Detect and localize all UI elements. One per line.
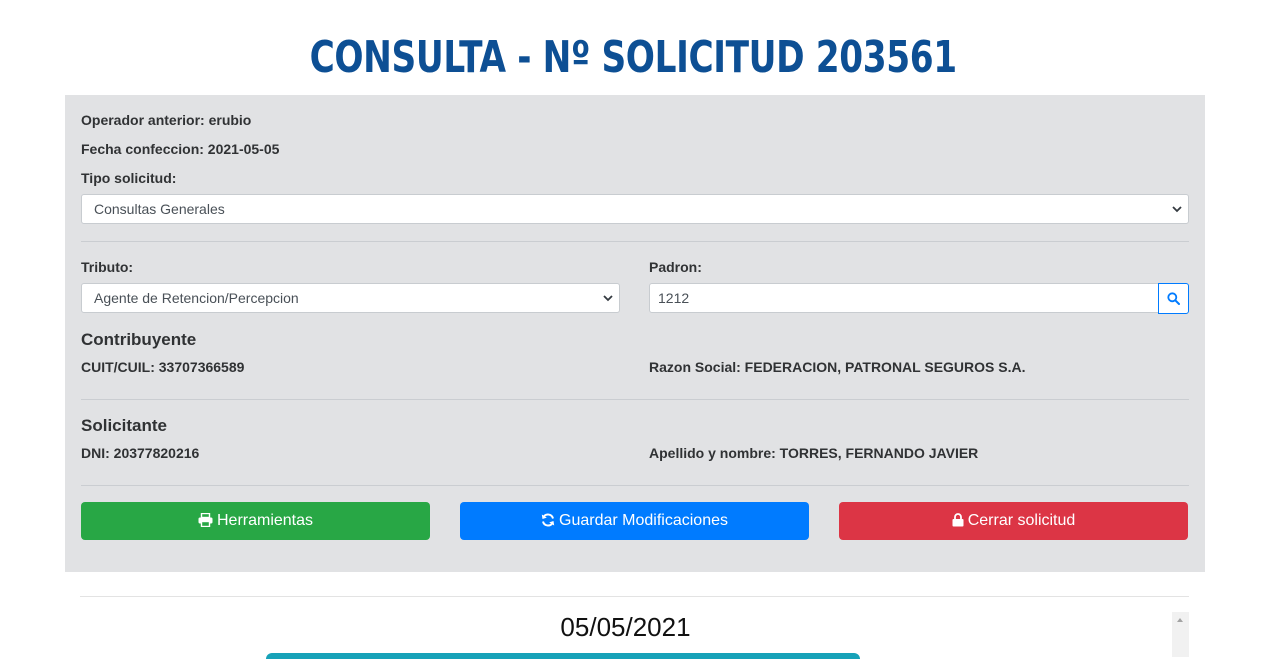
razon-social: Razon Social: FEDERACION, PATRONAL SEGUR… bbox=[649, 359, 1026, 375]
tributo-select[interactable]: Agente de Retencion/Percepcion bbox=[81, 283, 620, 313]
divider bbox=[81, 485, 1189, 486]
chevron-down-icon bbox=[1172, 206, 1182, 213]
chevron-down-icon bbox=[603, 295, 613, 302]
cerrar-solicitud-button[interactable]: Cerrar solicitud bbox=[839, 502, 1188, 540]
dni: DNI: 20377820216 bbox=[81, 445, 200, 461]
page-title: CONSULTA - Nº SOLICITUD 203561 bbox=[309, 32, 958, 83]
solicitante-title: Solicitante bbox=[81, 416, 167, 435]
padron-input[interactable]: 1212 bbox=[649, 283, 1159, 313]
apellido-nombre: Apellido y nombre: TORRES, FERNANDO JAVI… bbox=[649, 445, 979, 461]
request-panel: Operador anterior: erubio Fecha confecci… bbox=[65, 95, 1205, 572]
padron-search-button[interactable] bbox=[1158, 283, 1189, 314]
tipo-solicitud-value: Consultas Generales bbox=[94, 201, 225, 217]
timeline-card-header bbox=[266, 653, 860, 659]
fecha-confeccion: Fecha confeccion: 2021-05-05 bbox=[81, 141, 280, 157]
refresh-icon bbox=[541, 513, 555, 527]
print-icon bbox=[198, 512, 213, 528]
scroll-up-arrow-icon[interactable] bbox=[1177, 618, 1183, 622]
contribuyente-title: Contribuyente bbox=[81, 330, 197, 349]
tributo-value: Agente de Retencion/Percepcion bbox=[94, 290, 299, 306]
tipo-solicitud-select[interactable]: Consultas Generales bbox=[81, 194, 1189, 224]
cuit-cuil: CUIT/CUIL: 33707366589 bbox=[81, 359, 245, 375]
herramientas-button[interactable]: Herramientas bbox=[81, 502, 430, 540]
padron-label: Padron: bbox=[649, 259, 702, 275]
search-icon bbox=[1167, 292, 1180, 305]
guardar-label: Guardar Modificaciones bbox=[559, 512, 728, 529]
divider bbox=[80, 596, 1189, 597]
tributo-label: Tributo: bbox=[81, 259, 134, 275]
tipo-solicitud-label: Tipo solicitud: bbox=[81, 170, 177, 186]
operador-anterior: Operador anterior: erubio bbox=[81, 112, 252, 128]
divider bbox=[81, 241, 1189, 242]
cerrar-label: Cerrar solicitud bbox=[967, 512, 1076, 529]
timeline-date: 05/05/2021 bbox=[560, 612, 691, 642]
scrollbar[interactable] bbox=[1172, 612, 1189, 657]
herramientas-label: Herramientas bbox=[216, 512, 314, 529]
guardar-modificaciones-button[interactable]: Guardar Modificaciones bbox=[460, 502, 809, 540]
divider bbox=[81, 399, 1189, 400]
lock-icon bbox=[952, 513, 964, 527]
